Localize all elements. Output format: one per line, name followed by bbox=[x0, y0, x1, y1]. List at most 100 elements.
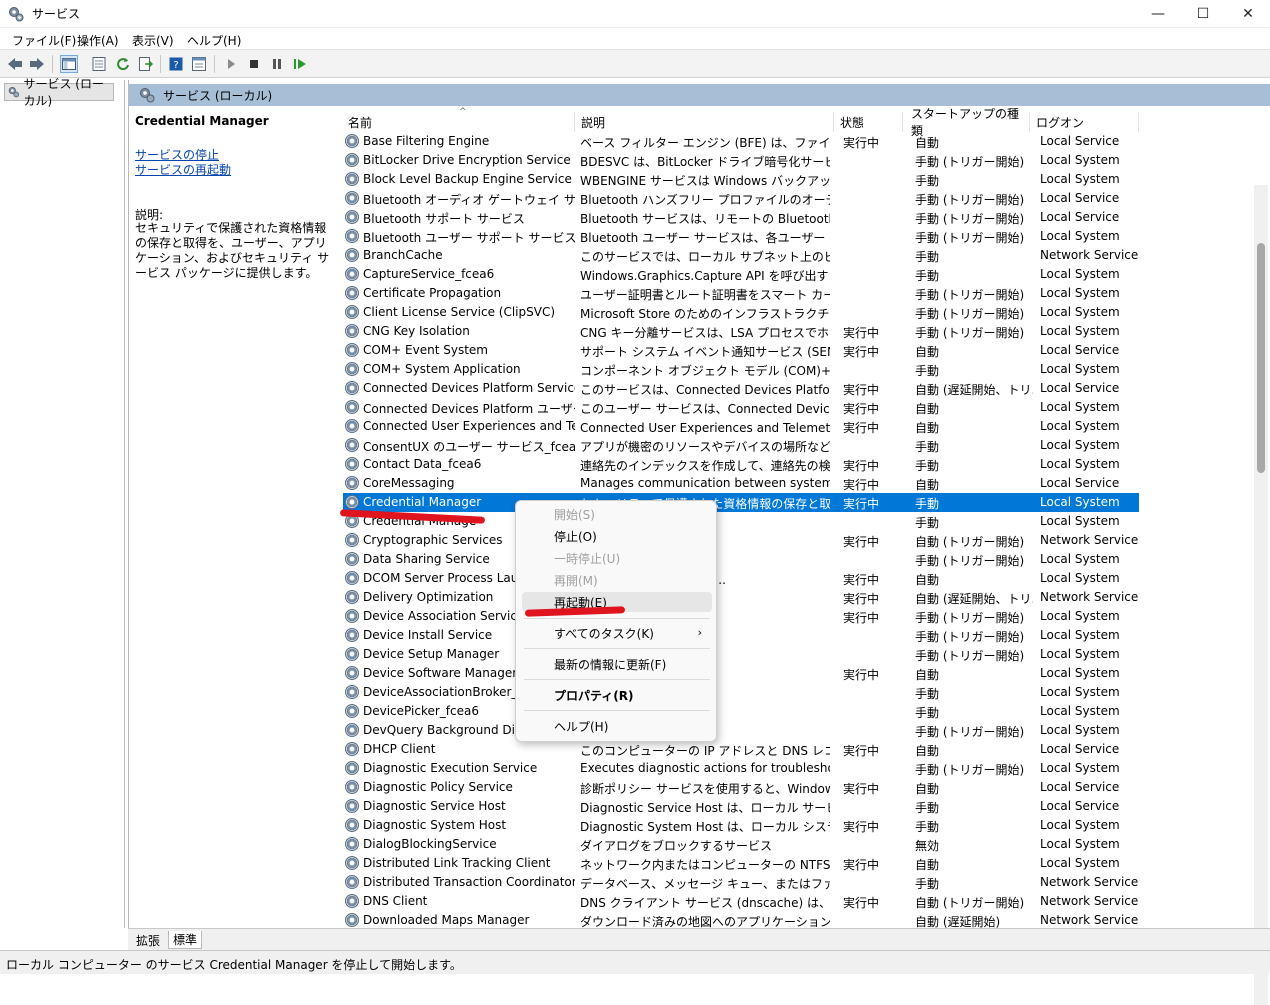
cell-desc: Manages communication between system co.… bbox=[580, 476, 830, 490]
stop-service-icon[interactable] bbox=[245, 55, 263, 73]
cell-startup: 手動 bbox=[915, 174, 940, 188]
table-row[interactable]: Diagnostic Policy Service 診断ポリシー サービスを使用す… bbox=[343, 778, 1139, 797]
table-row[interactable]: Bluetooth オーディオ ゲートウェイ サービス Bluetooth ハンズ… bbox=[343, 189, 1139, 208]
table-row[interactable]: CNG Key Isolation CNG キー分離サービスは、LSA プロセスで… bbox=[343, 322, 1139, 341]
table-row[interactable]: CaptureService_fcea6 Windows.Graphics.Cap… bbox=[343, 265, 1139, 284]
cell-startup: 手動 (トリガー開始) bbox=[915, 649, 1025, 663]
table-row[interactable]: DCOM Server Process Launchオブジェクト アクティブ..… bbox=[343, 569, 1139, 588]
table-row[interactable]: Device Software Manager簡単に行うサービス...実行中自動… bbox=[343, 664, 1139, 683]
properties-sheet-icon[interactable] bbox=[190, 55, 208, 73]
table-row[interactable]: BranchCache このサービスでは、ローカル サブネット上のピアからの...… bbox=[343, 246, 1139, 265]
cell-desc: WBENGINE サービスは Windows バックアップでバ... bbox=[580, 174, 830, 188]
table-row[interactable]: DHCP Client このコンピューターの IP アドレスと DNS レコードを… bbox=[343, 740, 1139, 759]
forward-arrow-icon[interactable] bbox=[28, 55, 46, 73]
cell-logon: Network Service bbox=[1040, 913, 1139, 927]
table-row[interactable]: Connected Devices Platform ユーザー サ... このユー… bbox=[343, 398, 1139, 417]
table-row[interactable]: DevicePicker_fcea6cast、DLNA、DIAL ...手動Lo… bbox=[343, 702, 1139, 721]
table-row[interactable]: DeviceAssociationBroker_fcees手動Local Sys… bbox=[343, 683, 1139, 702]
table-row[interactable]: DNS Client DNS クライアント サービス (dnscache) は、ド… bbox=[343, 892, 1139, 911]
table-row[interactable]: DialogBlockingService ダイアログをブロックするサービス 無効 L… bbox=[343, 835, 1139, 854]
column-header-startup[interactable]: スタートアップの種類 bbox=[906, 107, 1030, 138]
column-header-name[interactable]: 名前 ^ bbox=[343, 107, 575, 132]
table-row[interactable]: Bluetooth サポート サービス Bluetooth サービスは、リモートの… bbox=[343, 208, 1139, 227]
column-header-description[interactable]: 説明 bbox=[576, 112, 834, 132]
table-row[interactable]: Delivery Optimizationを実行します実行中自動 (遅延開始、ト… bbox=[343, 588, 1139, 607]
console-tree-icon[interactable] bbox=[60, 55, 78, 73]
table-row[interactable]: COM+ System Application コンポーネント オブジェクト モデ… bbox=[343, 360, 1139, 379]
table-row[interactable]: Diagnostic System Host Diagnostic System … bbox=[343, 816, 1139, 835]
table-row[interactable]: DevQuery Background Discoスクを使用したデバイ...手動… bbox=[343, 721, 1139, 740]
cell-startup: 手動 bbox=[915, 877, 940, 891]
menu-item-help[interactable]: ヘルプ(H) bbox=[522, 716, 712, 736]
table-row[interactable]: COM+ Event System サポート システム イベント通知サービス (S… bbox=[343, 341, 1139, 360]
table-row[interactable]: Diagnostic Service Host Diagnostic Servic… bbox=[343, 797, 1139, 816]
cell-status: 実行中 bbox=[843, 421, 880, 435]
tab-standard[interactable]: 標準 bbox=[168, 931, 203, 949]
table-row[interactable]: Device Install Service、または入力なしで、...手動 (ト… bbox=[343, 626, 1139, 645]
list-view-icon[interactable] bbox=[90, 55, 108, 73]
cell-logon: Network Service bbox=[1040, 590, 1139, 604]
table-row[interactable]: Bluetooth ユーザー サポート サービス_fcea6 Bluetooth … bbox=[343, 227, 1139, 246]
cell-startup: 自動 (遅延開始、トリ... bbox=[915, 592, 1033, 606]
minimize-button[interactable]: — bbox=[1135, 0, 1181, 28]
table-row[interactable]: Data Sharing Serviceり取りを処理します。手動 (トリガー開始… bbox=[343, 550, 1139, 569]
back-arrow-icon[interactable] bbox=[6, 55, 24, 73]
cell-desc: ダイアログをブロックするサービス bbox=[580, 839, 773, 853]
menu-item-properties[interactable]: プロパティ(R) bbox=[522, 685, 712, 705]
cell-startup: 自動 bbox=[915, 573, 940, 587]
cell-name: Client License Service (ClipSVC) bbox=[363, 305, 556, 319]
table-row[interactable]: Contact Data_fcea6 連絡先のインデックスを作成して、連絡先の検索… bbox=[343, 455, 1139, 474]
tree-item-services-local[interactable]: サービス (ローカル) bbox=[4, 77, 114, 108]
service-gear-icon bbox=[345, 134, 359, 148]
service-gear-icon bbox=[345, 248, 359, 262]
table-row[interactable]: Certificate Propagation ユーザー証明書とルート証明書をスマ… bbox=[343, 284, 1139, 303]
service-gear-icon bbox=[345, 419, 359, 433]
restart-service-icon[interactable] bbox=[291, 55, 309, 73]
table-row[interactable]: Block Level Backup Engine Service WBENGIN… bbox=[343, 170, 1139, 189]
vertical-scrollbar[interactable] bbox=[1254, 185, 1268, 1005]
table-row[interactable]: Cryptographic Services 実行中 自動 (トリガー開始) Netw… bbox=[343, 531, 1139, 550]
tab-extended[interactable]: 拡張 bbox=[132, 931, 164, 949]
table-row[interactable]: Base Filtering Engine ベース フィルター エンジン (BFE… bbox=[343, 132, 1139, 151]
table-row[interactable]: BitLocker Drive Encryption Service BDESVC… bbox=[343, 151, 1139, 170]
menu-item-all-tasks[interactable]: すべてのタスク(K) › bbox=[522, 623, 712, 643]
menu-file[interactable]: ファイル(F) bbox=[12, 32, 76, 49]
close-button[interactable]: ✕ bbox=[1225, 0, 1270, 28]
restart-service-link[interactable]: サービスの再起動 bbox=[135, 161, 231, 178]
cell-name: Base Filtering Engine bbox=[363, 134, 490, 148]
table-row[interactable]: Distributed Link Tracking Client ネットワーク内ま… bbox=[343, 854, 1139, 873]
cell-startup: 手動 bbox=[915, 706, 940, 720]
service-gear-icon bbox=[345, 609, 359, 623]
cell-logon: Local System bbox=[1040, 666, 1120, 680]
table-row[interactable]: CoreMessaging Manages communication betwe… bbox=[343, 474, 1139, 493]
start-service-icon[interactable] bbox=[222, 55, 240, 73]
table-row[interactable]: Device Association Serviceたはワイヤレス デバイ...… bbox=[343, 607, 1139, 626]
menu-help[interactable]: ヘルプ(H) bbox=[187, 32, 241, 49]
menu-action[interactable]: 操作(A) bbox=[77, 32, 119, 49]
refresh-icon[interactable] bbox=[114, 55, 132, 73]
export-list-icon[interactable] bbox=[137, 55, 155, 73]
pause-service-icon[interactable] bbox=[268, 55, 286, 73]
menu-view[interactable]: 表示(V) bbox=[132, 32, 174, 49]
maximize-button[interactable]: ☐ bbox=[1180, 0, 1226, 28]
table-row[interactable]: ConsentUX のユーザー サービス_fcea6 アプリが機密のリソースやデバ… bbox=[343, 436, 1139, 455]
menu-item-refresh[interactable]: 最新の情報に更新(F) bbox=[522, 654, 712, 674]
column-header-status[interactable]: 状態 bbox=[835, 112, 903, 132]
help-icon[interactable]: ? bbox=[167, 55, 185, 73]
table-row[interactable]: Connected Devices Platform Service このサービス… bbox=[343, 379, 1139, 398]
service-title: Credential Manager bbox=[135, 114, 269, 128]
cell-name: Bluetooth オーディオ ゲートウェイ サービス bbox=[363, 193, 575, 207]
table-row[interactable]: Connected User Experiences and Tele... Co… bbox=[343, 417, 1139, 436]
cell-status: 実行中 bbox=[843, 782, 880, 796]
table-row[interactable]: Credential Managerセキュリティで保護された資格情報の保存と取得… bbox=[343, 493, 1139, 512]
cell-logon: Local System bbox=[1040, 837, 1120, 851]
scrollbar-thumb[interactable] bbox=[1257, 243, 1265, 473]
column-header-logon[interactable]: ログオン bbox=[1031, 112, 1139, 132]
table-row[interactable]: Client License Service (ClipSVC) Microsof… bbox=[343, 303, 1139, 322]
description-text: セキュリティで保護された資格情報の保存と取得を、ユーザー、アプリケーション、およ… bbox=[135, 221, 330, 280]
table-row[interactable]: Distributed Transaction Coordinator データベー… bbox=[343, 873, 1139, 892]
menu-item-stop[interactable]: 停止(O) bbox=[522, 526, 712, 546]
table-row[interactable]: Diagnostic Execution Service Executes dia… bbox=[343, 759, 1139, 778]
table-row[interactable]: Device Setup Managerの検出、ダウンロード...手動 (トリガ… bbox=[343, 645, 1139, 664]
cell-logon: Local Service bbox=[1040, 381, 1120, 395]
